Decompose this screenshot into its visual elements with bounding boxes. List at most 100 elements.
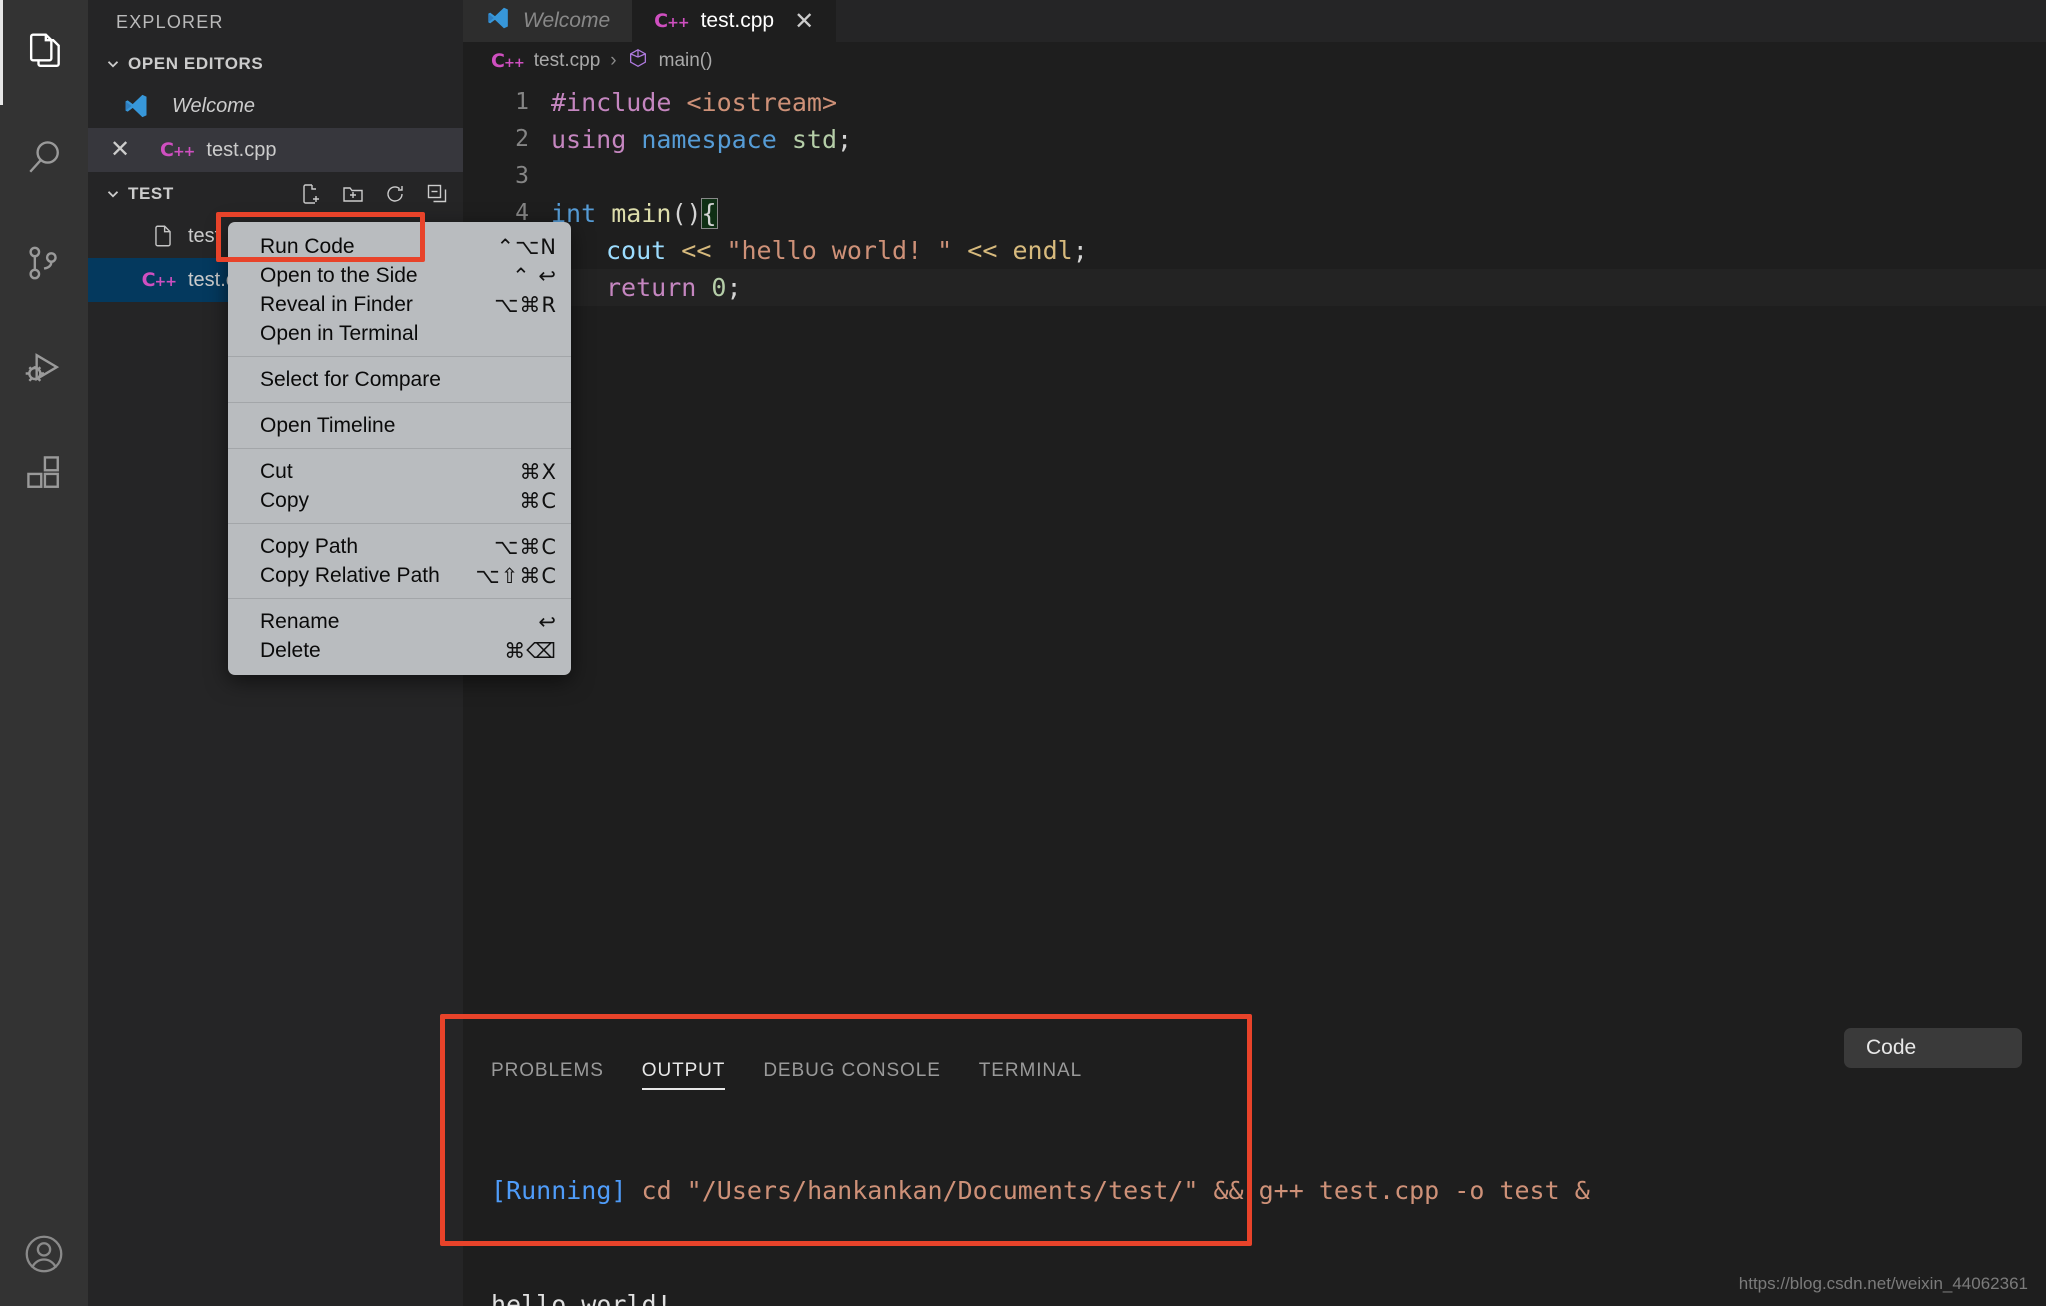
new-file-icon[interactable] xyxy=(299,182,323,206)
menu-divider xyxy=(228,356,571,357)
menu-item-copy-path[interactable]: Copy Path ⌥⌘C xyxy=(228,532,571,561)
activity-item-extensions[interactable] xyxy=(0,420,88,525)
close-icon[interactable]: ✕ xyxy=(794,7,814,36)
line-content: #include <iostream> xyxy=(551,88,837,117)
open-editor-label: Welcome xyxy=(172,94,255,117)
chevron-down-icon xyxy=(102,53,124,75)
refresh-icon[interactable] xyxy=(383,182,407,206)
code-line: 1 #include <iostream> xyxy=(463,84,2046,121)
open-editors-label: OPEN EDITORS xyxy=(128,54,264,73)
menu-item-label: Open Timeline xyxy=(260,413,396,437)
source-control-icon xyxy=(22,241,66,285)
cpp-icon: C++ xyxy=(654,10,689,32)
activity-item-source-control[interactable] xyxy=(0,210,88,315)
menu-item-copy[interactable]: Copy ⌘C xyxy=(228,486,571,515)
menu-item-copy-relative-path[interactable]: Copy Relative Path ⌥⇧⌘C xyxy=(228,561,571,590)
tab-output[interactable]: OUTPUT xyxy=(641,1060,726,1090)
explorer-title: EXPLORER xyxy=(116,12,224,32)
watermark: https://blog.csdn.net/weixin_44062361 xyxy=(1738,1274,2028,1293)
code-line: 6 return 0; xyxy=(463,269,2046,306)
menu-item-shortcut: ⌥⇧⌘C xyxy=(475,563,557,588)
explorer-icon xyxy=(22,31,66,75)
menu-item-open-in-terminal[interactable]: Open in Terminal xyxy=(228,319,571,348)
tab-label: test.cpp xyxy=(700,9,775,32)
menu-divider xyxy=(228,523,571,524)
breadcrumb: C++ test.cpp › main() xyxy=(463,42,2046,80)
tab-debug-console[interactable]: DEBUG CONSOLE xyxy=(763,1060,940,1090)
code-editor[interactable]: 1 #include <iostream> 2 using namespace … xyxy=(463,80,2046,343)
context-menu-group: Select for Compare xyxy=(228,363,571,396)
context-menu-group: Rename ↩ Delete ⌘⌫ xyxy=(228,605,571,667)
open-editor-label: test.cpp xyxy=(206,138,277,161)
line-content: int main(){ xyxy=(551,198,718,229)
code-line: 4 int main(){ xyxy=(463,195,2046,232)
line-number: 2 xyxy=(515,126,529,152)
tab-welcome[interactable]: Welcome xyxy=(463,0,633,42)
activity-item-run-debug[interactable] xyxy=(0,315,88,420)
line-content: using namespace std; xyxy=(551,125,853,154)
symbol-method-icon xyxy=(627,47,649,75)
menu-item-rename[interactable]: Rename ↩ xyxy=(228,607,571,636)
tab-problems[interactable]: PROBLEMS xyxy=(491,1060,604,1090)
activity-item-accounts[interactable] xyxy=(0,1201,88,1306)
vscode-window: EXPLORER OPEN EDITORS Welcome ✕ C++ test… xyxy=(0,0,2046,1306)
menu-item-label: Select for Compare xyxy=(260,367,441,391)
line-number: 1 xyxy=(515,89,529,115)
context-menu-group: Run Code ⌃⌥N Open to the Side ⌃ ↩ Reveal… xyxy=(228,230,571,350)
cpp-icon: C++ xyxy=(491,50,525,72)
line-content: return 0; xyxy=(551,269,742,306)
menu-divider xyxy=(228,448,571,449)
breadcrumb-symbol[interactable]: main() xyxy=(659,50,713,72)
menu-item-shortcut: ⌃ ↩ xyxy=(512,263,557,288)
section-open-editors[interactable]: OPEN EDITORS xyxy=(88,44,463,84)
menu-item-shortcut: ⌥⌘C xyxy=(494,534,557,559)
close-icon[interactable]: ✕ xyxy=(110,138,130,162)
menu-item-shortcut: ⌘⌫ xyxy=(504,638,557,663)
activity-item-search[interactable] xyxy=(0,105,88,210)
folder-label: TEST xyxy=(128,184,174,203)
panel-tab-bar: PROBLEMS OUTPUT DEBUG CONSOLE TERMINAL xyxy=(463,1036,2046,1090)
menu-item-label: Delete xyxy=(260,638,321,662)
output-channel-selector[interactable]: Code xyxy=(1844,1028,2022,1068)
tab-label: Welcome xyxy=(523,9,611,32)
menu-item-shortcut: ↩ xyxy=(538,609,557,634)
file-icon xyxy=(88,223,188,249)
editor-tab-bar: Welcome C++ test.cpp ✕ xyxy=(463,0,2046,42)
bottom-panel: PROBLEMS OUTPUT DEBUG CONSOLE TERMINAL [… xyxy=(463,1036,2046,1306)
menu-item-select-for-compare[interactable]: Select for Compare xyxy=(228,365,571,394)
context-menu: Run Code ⌃⌥N Open to the Side ⌃ ↩ Reveal… xyxy=(228,222,571,675)
menu-item-open-timeline[interactable]: Open Timeline xyxy=(228,411,571,440)
menu-item-shortcut: ⌘X xyxy=(519,459,557,484)
output-line-running: [Running] cd "/Users/hankankan/Documents… xyxy=(491,1172,2046,1210)
menu-item-delete[interactable]: Delete ⌘⌫ xyxy=(228,636,571,665)
menu-divider xyxy=(228,598,571,599)
tab-bar-filler xyxy=(836,0,2046,42)
menu-item-open-to-the-side[interactable]: Open to the Side ⌃ ↩ xyxy=(228,261,571,290)
menu-item-label: Run Code xyxy=(260,234,355,258)
activity-item-explorer[interactable] xyxy=(0,0,88,105)
menu-item-shortcut: ⌥⌘R xyxy=(494,292,557,317)
program-output: hello world! xyxy=(491,1290,672,1306)
menu-item-cut[interactable]: Cut ⌘X xyxy=(228,457,571,486)
menu-item-label: Cut xyxy=(260,459,293,483)
section-folder-test[interactable]: TEST xyxy=(88,174,463,214)
code-line: 7 } xyxy=(463,306,2046,343)
collapse-all-icon[interactable] xyxy=(425,182,449,206)
menu-item-reveal-in-finder[interactable]: Reveal in Finder ⌥⌘R xyxy=(228,290,571,319)
context-menu-group: Cut ⌘X Copy ⌘C xyxy=(228,455,571,517)
menu-item-run-code[interactable]: Run Code ⌃⌥N xyxy=(228,232,571,261)
open-editor-testcpp[interactable]: ✕ C++ test.cpp xyxy=(88,128,463,172)
line-content: cout << "hello world! " << endl; xyxy=(551,232,1088,269)
tab-testcpp[interactable]: C++ test.cpp ✕ xyxy=(632,0,837,42)
tab-terminal[interactable]: TERMINAL xyxy=(979,1060,1082,1090)
running-command: cd "/Users/hankankan/Documents/test/" &&… xyxy=(626,1176,1590,1205)
running-tag: [Running] xyxy=(491,1176,627,1205)
vscode-logo-icon xyxy=(485,5,511,37)
new-folder-icon[interactable] xyxy=(341,182,365,206)
menu-item-label: Open to the Side xyxy=(260,263,418,287)
cpp-icon: C++ xyxy=(160,139,195,161)
breadcrumb-file[interactable]: test.cpp xyxy=(534,50,601,72)
code-line: 2 using namespace std; xyxy=(463,121,2046,158)
tree-item-label: test xyxy=(188,224,221,247)
open-editor-welcome[interactable]: Welcome xyxy=(88,84,463,128)
